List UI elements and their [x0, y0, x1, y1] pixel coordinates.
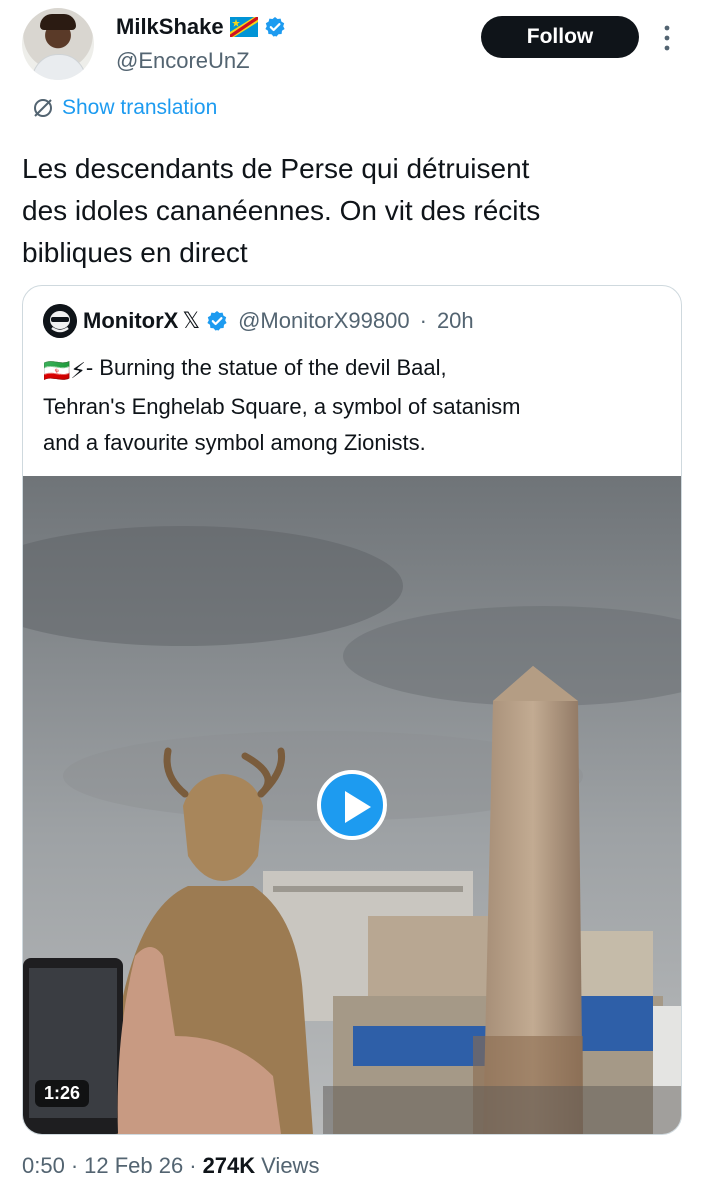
show-translation-label: Show translation — [62, 96, 218, 119]
iran-flag-lightning-emoji: 🇮🇷⚡ — [43, 358, 86, 383]
quoted-tweet-card[interactable]: MonitorX 𝕏 @MonitorX99800 · 20h 🇮🇷⚡- Bur… — [22, 285, 682, 1135]
video-duration-badge: 1:26 — [35, 1080, 90, 1107]
avatar-shirt — [32, 54, 86, 80]
views-label: Views — [261, 1153, 320, 1178]
author-display-name[interactable]: MilkShake — [116, 14, 224, 40]
quoted-separator: · — [419, 308, 427, 333]
views-count: 274K — [202, 1153, 256, 1178]
play-icon — [345, 791, 371, 823]
quoted-verified-badge-icon — [207, 311, 227, 331]
translate-icon — [34, 99, 52, 117]
tweet-date[interactable]: 12 Feb 26 — [84, 1153, 183, 1179]
author-handle[interactable]: @EncoreUnZ — [116, 48, 250, 74]
author-avatar[interactable] — [22, 8, 94, 80]
quoted-avatar[interactable] — [43, 304, 77, 338]
verified-badge-icon — [265, 17, 285, 37]
quoted-time[interactable]: 20h — [437, 308, 474, 334]
meta-separator: · — [189, 1153, 197, 1178]
play-button[interactable] — [317, 770, 387, 840]
x-logo-icon: 𝕏 — [182, 308, 201, 333]
quoted-handle[interactable]: @MonitorX99800 — [238, 308, 410, 334]
more-options-icon[interactable] — [662, 24, 672, 52]
tweet-text: Les descendants de Perse qui détruisent … — [22, 153, 541, 268]
author-name-row: MilkShake — [116, 14, 286, 40]
tweet-meta: 0:50 · 12 Feb 26 · 274K Views — [22, 1153, 319, 1179]
follow-button[interactable]: Follow — [481, 16, 639, 58]
quoted-header: MonitorX 𝕏 @MonitorX99800 · 20h — [43, 304, 474, 338]
dr-congo-flag-icon — [229, 17, 258, 37]
quoted-text: 🇮🇷⚡- Burning the statue of the devil Baa… — [43, 350, 663, 461]
show-translation-link[interactable]: Show translation — [32, 96, 217, 120]
tweet-time[interactable]: 0:50 — [22, 1153, 65, 1179]
quoted-display-name[interactable]: MonitorX — [83, 308, 178, 334]
avatar-hair — [40, 14, 76, 30]
quoted-body-text: - Burning the statue of the devil Baal, … — [43, 355, 521, 455]
video-player[interactable]: 1:26 — [23, 476, 681, 1134]
meta-separator: · — [70, 1153, 79, 1178]
